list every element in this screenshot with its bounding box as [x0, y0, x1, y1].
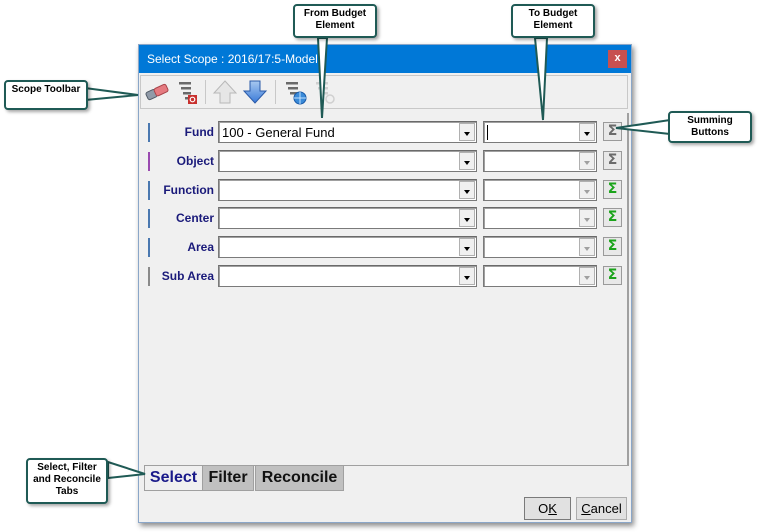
callout-to-budget: To Budget Element: [511, 4, 595, 38]
callout-scope-toolbar: Scope Toolbar: [4, 80, 88, 110]
callout-summing-buttons: Summing Buttons: [668, 111, 752, 143]
callout-from-budget: From Budget Element: [293, 4, 377, 38]
summing-pointer: [615, 118, 671, 136]
tabs-pointer: [107, 460, 146, 480]
callout-tabs: Select, Filter and Reconcile Tabs: [26, 458, 108, 504]
to-budget-pointer: [533, 37, 549, 121]
scope-toolbar-pointer: [84, 86, 139, 102]
from-budget-pointer: [316, 37, 329, 119]
callout-pointers: [84, 37, 671, 480]
